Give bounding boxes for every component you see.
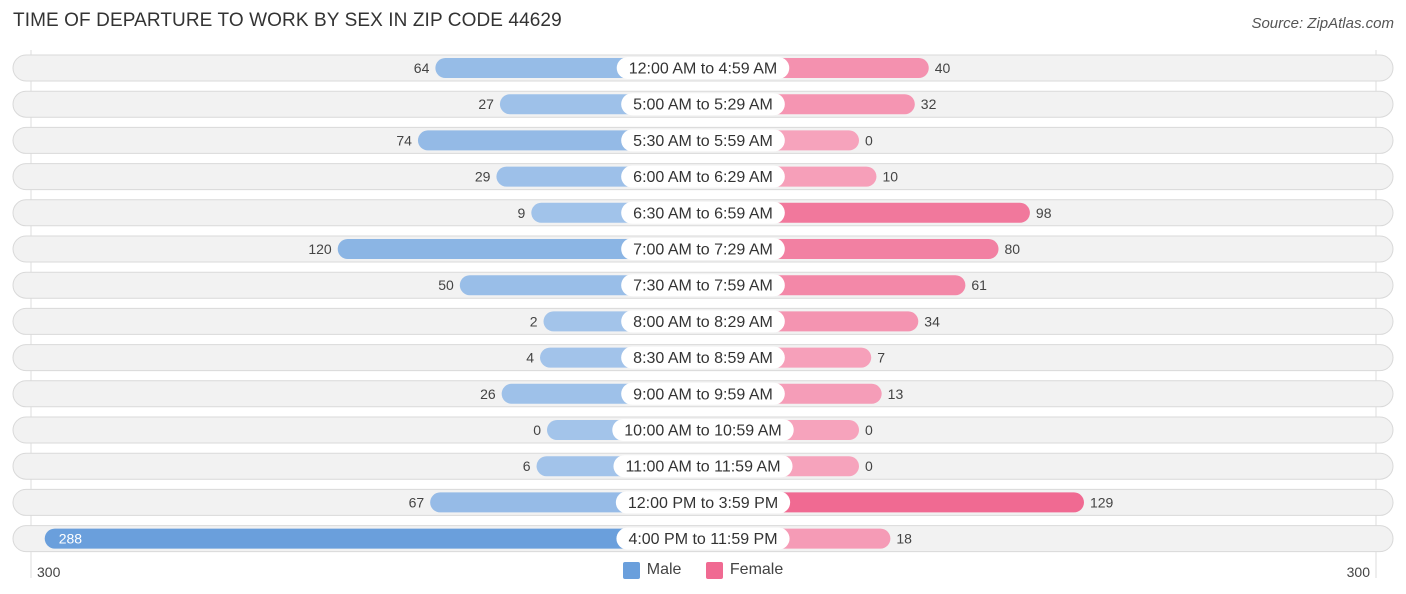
male-value-label: 50 xyxy=(438,277,454,293)
male-value-label: 64 xyxy=(414,60,430,76)
male-value-label: 120 xyxy=(308,241,332,257)
male-value-label: 288 xyxy=(59,531,83,547)
female-value-label: 18 xyxy=(896,531,912,547)
legend-label-female: Female xyxy=(729,561,784,578)
category-label: 7:30 AM to 7:59 AM xyxy=(633,278,773,295)
female-value-label: 0 xyxy=(865,132,873,148)
female-value-label: 129 xyxy=(1090,494,1114,510)
category-label: 5:00 AM to 5:29 AM xyxy=(633,97,773,114)
legend-swatch-male xyxy=(622,561,640,579)
female-value-label: 98 xyxy=(1036,205,1052,221)
male-value-label: 4 xyxy=(526,350,534,366)
category-label: 11:00 AM to 11:59 AM xyxy=(625,459,780,476)
female-value-label: 0 xyxy=(865,422,873,438)
male-value-label: 9 xyxy=(518,205,526,221)
category-label: 5:30 AM to 5:59 AM xyxy=(633,133,773,150)
male-value-label: 6 xyxy=(523,458,531,474)
category-label: 8:30 AM to 8:59 AM xyxy=(633,350,773,367)
male-value-label: 67 xyxy=(409,494,425,510)
male-value-label: 2 xyxy=(530,313,538,329)
male-value-label: 27 xyxy=(478,96,494,112)
female-value-label: 0 xyxy=(865,458,873,474)
male-value-label: 26 xyxy=(480,386,496,402)
male-bar xyxy=(44,528,703,549)
category-label: 12:00 AM to 4:59 AM xyxy=(629,61,778,78)
female-value-label: 7 xyxy=(877,350,885,366)
female-value-label: 13 xyxy=(888,386,904,402)
legend: Male Female xyxy=(0,561,1406,584)
female-value-label: 10 xyxy=(882,169,898,185)
female-value-label: 32 xyxy=(921,96,937,112)
category-label: 4:00 PM to 11:59 PM xyxy=(628,531,777,548)
category-label: 6:00 AM to 6:29 AM xyxy=(633,169,773,186)
female-value-label: 34 xyxy=(924,313,940,329)
category-label: 7:00 AM to 7:29 AM xyxy=(633,242,773,259)
male-value-label: 74 xyxy=(396,132,412,148)
category-label: 9:00 AM to 9:59 AM xyxy=(633,386,773,403)
category-label: 8:00 AM to 8:29 AM xyxy=(633,314,773,331)
female-value-label: 80 xyxy=(1005,241,1021,257)
female-value-label: 40 xyxy=(935,60,951,76)
chart-svg: 12:00 AM to 4:59 AM64 405:00 AM to 5:29 A… xyxy=(12,50,1394,580)
category-label: 12:00 PM to 3:59 PM xyxy=(628,495,778,512)
male-value-label: 0 xyxy=(533,422,541,438)
legend-item-female[interactable]: Female xyxy=(705,561,784,579)
legend-label-male: Male xyxy=(646,561,682,578)
legend-swatch-female xyxy=(705,561,723,579)
category-label: 10:00 AM to 10:59 AM xyxy=(624,423,781,440)
legend-item-male[interactable]: Male xyxy=(622,561,682,579)
female-value-label: 61 xyxy=(971,277,987,293)
male-value-label: 29 xyxy=(475,169,491,185)
category-label: 6:30 AM to 6:59 AM xyxy=(633,205,773,222)
